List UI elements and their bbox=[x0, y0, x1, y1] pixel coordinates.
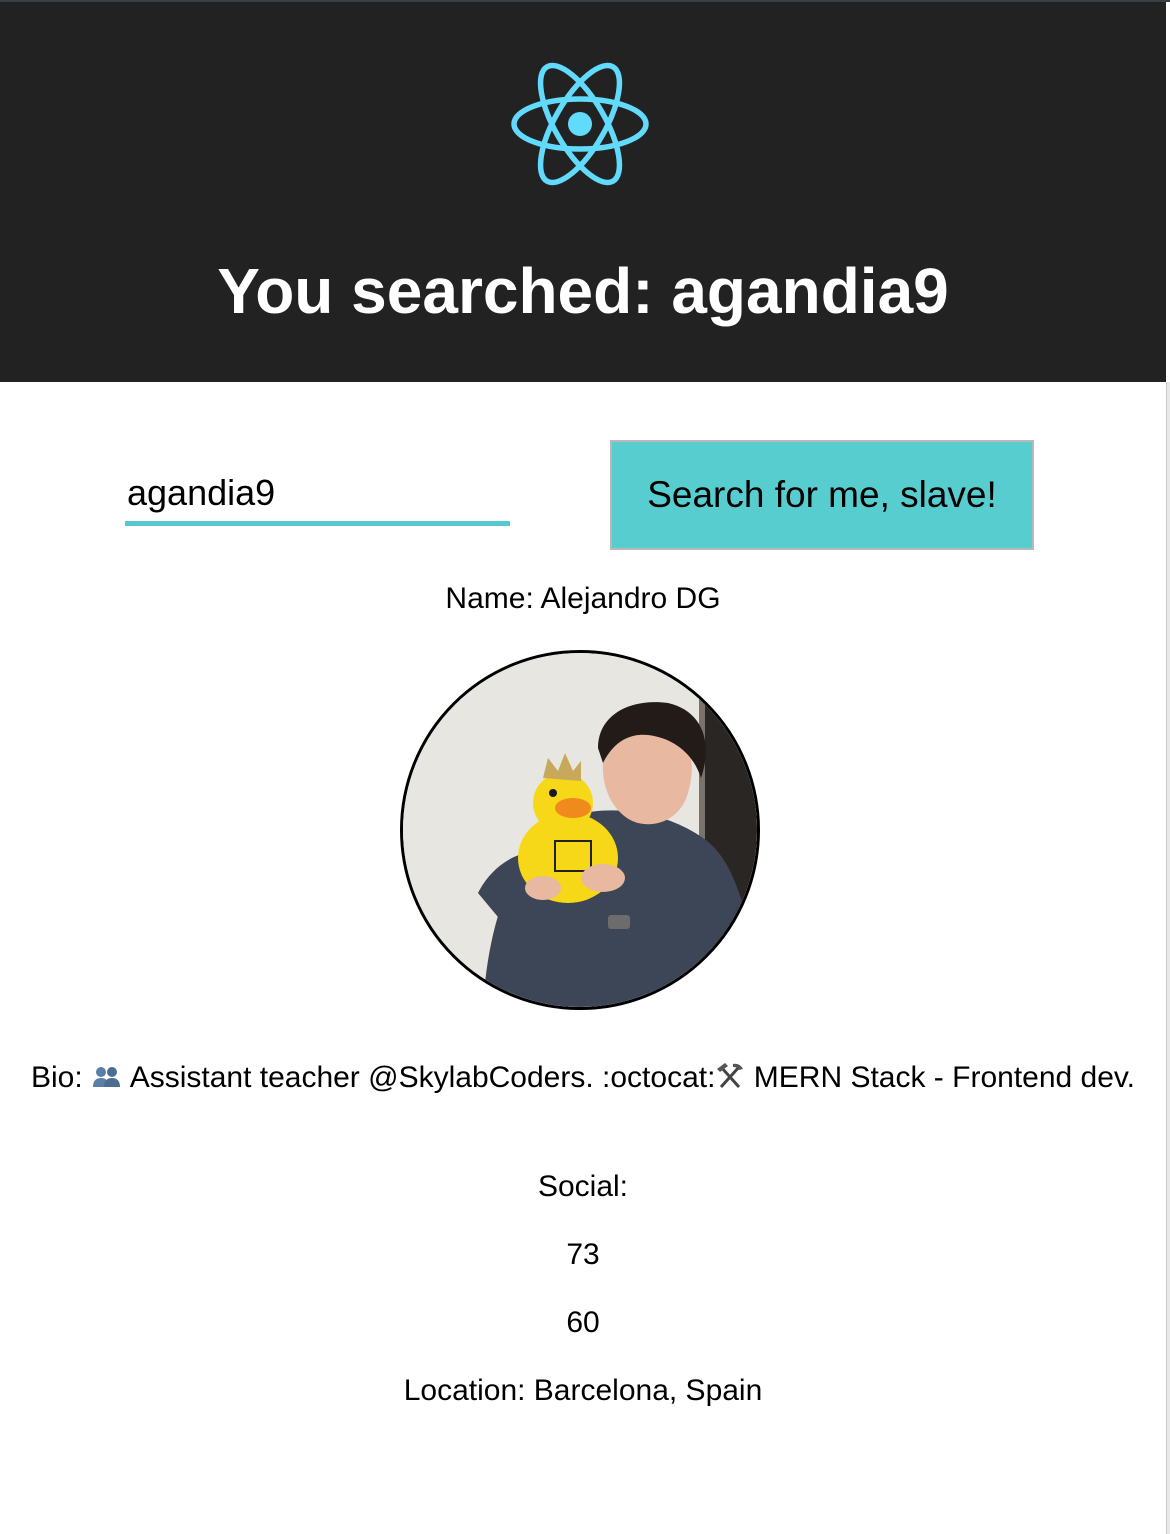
bio-text-stack: MERN Stack - Frontend dev. bbox=[753, 1061, 1136, 1094]
page-title: You searched: agandia9 bbox=[217, 255, 949, 327]
search-button[interactable]: Search for me, slave! bbox=[610, 440, 1034, 550]
bio-label: Bio: bbox=[30, 1061, 83, 1094]
profile-photo bbox=[403, 653, 757, 1007]
app-header: You searched: agandia9 bbox=[0, 2, 1166, 382]
bio: Bio: Assistant teacher @SkylabCoders. :o… bbox=[0, 1058, 1166, 1102]
window-scroll-edge bbox=[1166, 382, 1170, 1534]
search-input[interactable] bbox=[125, 470, 510, 526]
social-label: Social: bbox=[537, 1170, 629, 1203]
busts-in-silhouette-icon bbox=[91, 1062, 123, 1102]
bio-text-octocat: :octocat: bbox=[602, 1061, 716, 1094]
react-atom-icon bbox=[511, 62, 649, 186]
bio-text-teacher: Assistant teacher @SkylabCoders. bbox=[129, 1061, 594, 1094]
hammer-and-pick-icon bbox=[715, 1061, 745, 1102]
following-count: 60 bbox=[566, 1306, 600, 1339]
followers-count: 73 bbox=[566, 1238, 600, 1271]
avatar bbox=[400, 650, 760, 1010]
user-name: Name: Alejandro DG bbox=[445, 582, 721, 615]
location: Location: Barcelona, Spain bbox=[403, 1374, 763, 1407]
